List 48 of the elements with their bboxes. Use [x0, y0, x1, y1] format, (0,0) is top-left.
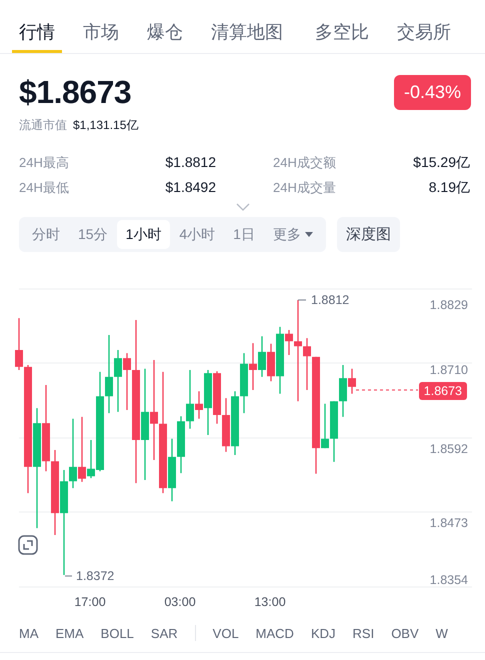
tab[interactable]: 爆仓 — [140, 0, 190, 53]
timeframe-tab[interactable]: 更多 — [264, 220, 322, 249]
depth-chart-button[interactable]: 深度图 — [336, 217, 400, 252]
indicator-tab[interactable]: W — [436, 626, 448, 640]
indicator-tab[interactable]: BOLL — [100, 626, 134, 640]
stat-value: 8.19亿 — [428, 179, 470, 197]
indicator-tab[interactable]: RSI — [352, 626, 374, 640]
tab[interactable]: 清算地图 — [204, 0, 290, 53]
time-label: 17:00 — [74, 595, 106, 609]
indicator-tab[interactable]: EMA — [56, 626, 84, 640]
market-cap-value: $1,131.15亿 — [73, 117, 138, 134]
high-price-label: 1.8812 — [311, 293, 350, 307]
indicator-tab[interactable]: MACD — [256, 626, 294, 640]
time-label: 03:00 — [164, 595, 196, 609]
timeframe-tab[interactable]: 15分 — [69, 220, 117, 249]
market-cap-label: 流通市值 — [19, 117, 67, 134]
tab[interactable]: 多空比 — [308, 0, 376, 53]
indicator-tab[interactable]: VOL — [212, 626, 239, 640]
axis-label: 1.8592 — [430, 442, 468, 456]
timeframe-tab[interactable]: 1日 — [224, 220, 264, 249]
indicator-tab[interactable]: MA — [19, 626, 38, 640]
stat-label: 24H成交量 — [273, 179, 336, 197]
indicator-tab[interactable]: SAR — [150, 626, 178, 640]
timeframe-tab[interactable]: 4小时 — [170, 220, 224, 249]
stat-label: 24H最高 — [19, 154, 69, 172]
tab[interactable]: 行情 — [12, 0, 62, 53]
tab[interactable]: 交易所 — [390, 0, 458, 53]
tab[interactable]: 市场 — [76, 0, 126, 53]
stat-label: 24H成交额 — [273, 154, 336, 172]
expand-icon[interactable] — [18, 535, 38, 555]
axis-label: 1.8710 — [430, 363, 468, 377]
stat-value: $1.8812 — [165, 154, 216, 172]
stat-value: $1.8492 — [165, 179, 216, 197]
current-price-tag: 1.8673 — [418, 382, 467, 400]
time-label: 13:00 — [254, 595, 286, 609]
stat-label: 24H最低 — [19, 179, 69, 197]
axis-label: 1.8829 — [430, 298, 468, 312]
low-price-label: 1.8372 — [76, 569, 114, 583]
stat-value: $15.29亿 — [413, 154, 470, 172]
axis-label: 1.8473 — [430, 516, 468, 530]
indicator-tab[interactable]: OBV — [391, 626, 419, 640]
timeframe-tab[interactable]: 1小时 — [116, 220, 170, 249]
caret-icon — [304, 232, 313, 237]
indicator-tab[interactable]: KDJ — [310, 626, 336, 640]
axis-label: 1.8354 — [430, 573, 468, 587]
timeframe-tab[interactable]: 分时 — [23, 220, 69, 249]
change-badge: -0.43% — [394, 75, 471, 110]
price: $1.8673 — [19, 74, 132, 111]
